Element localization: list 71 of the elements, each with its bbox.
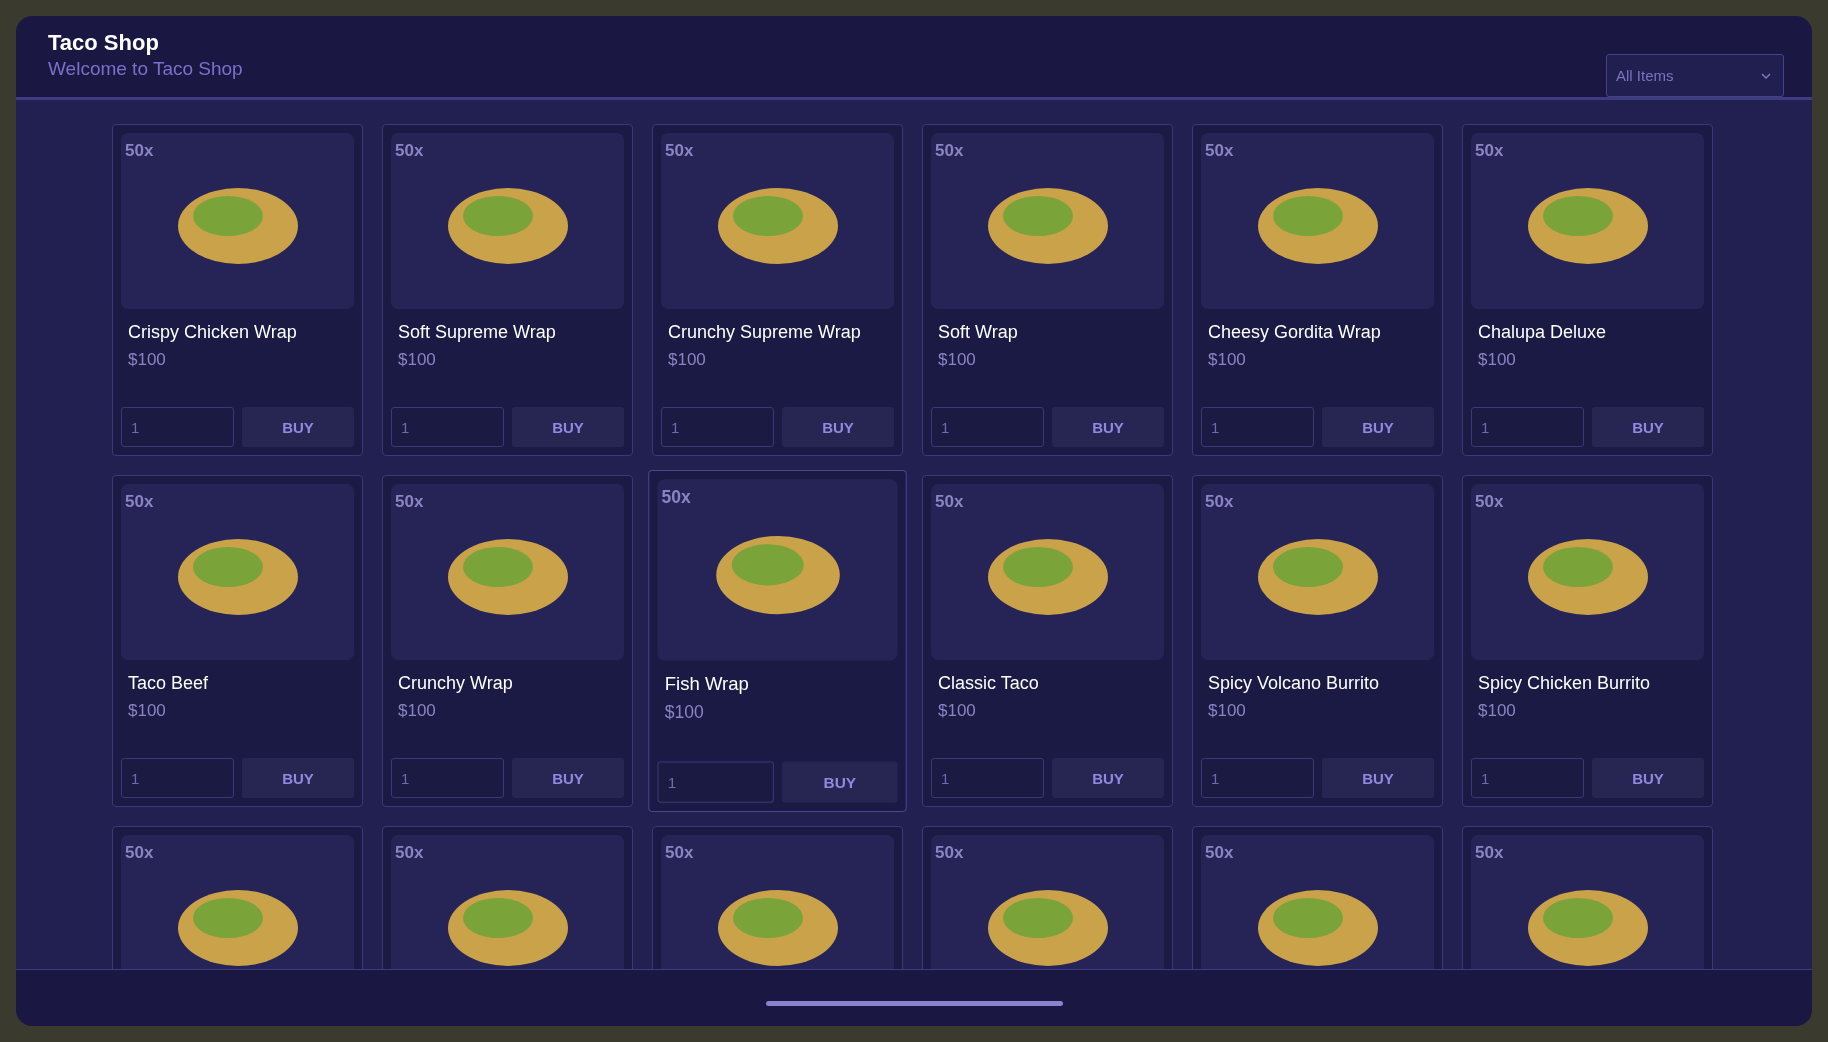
buy-button[interactable]: BUY: [1052, 758, 1164, 798]
product-name: Soft Supreme Wrap: [398, 322, 557, 343]
product-price: $100: [668, 350, 707, 370]
product-name: Crunchy Wrap: [398, 673, 514, 694]
product-price: $100: [1478, 350, 1517, 370]
product-price: $100: [938, 350, 977, 370]
buy-button[interactable]: BUY: [242, 407, 354, 447]
product-price: $100: [664, 702, 705, 724]
stock-count: 50x: [125, 843, 154, 863]
buy-button[interactable]: BUY: [1592, 758, 1704, 798]
product-price: $100: [398, 701, 437, 721]
stock-count: 50x: [395, 492, 424, 512]
buy-button[interactable]: BUY: [782, 761, 898, 803]
stock-count: 50x: [395, 141, 424, 161]
quantity-field[interactable]: 1: [1471, 758, 1584, 798]
product-name: Fish Wrap: [664, 673, 750, 696]
product-name: Classic Taco: [938, 673, 1040, 694]
buy-button[interactable]: BUY: [1322, 758, 1434, 798]
product-name: Crunchy Supreme Wrap: [668, 322, 862, 343]
stock-count: 50x: [935, 141, 964, 161]
buy-button[interactable]: BUY: [1592, 407, 1704, 447]
product-price: $100: [1478, 701, 1517, 721]
quantity-field[interactable]: 1: [121, 407, 234, 447]
product-price: $100: [1208, 350, 1247, 370]
scrollbar-thumb[interactable]: [765, 1001, 1063, 1006]
stock-count: 50x: [935, 492, 964, 512]
quantity-field[interactable]: 1: [931, 407, 1044, 447]
quantity-field[interactable]: 1: [657, 761, 774, 803]
buy-button[interactable]: BUY: [1322, 407, 1434, 447]
stock-count: 50x: [1475, 492, 1504, 512]
quantity-field[interactable]: 1: [1471, 407, 1584, 447]
stock-count: 50x: [1475, 843, 1504, 863]
stock-count: 50x: [125, 141, 154, 161]
buy-button[interactable]: BUY: [1052, 407, 1164, 447]
product-name: Crispy Chicken Wrap: [128, 322, 298, 343]
quantity-field[interactable]: 1: [391, 407, 504, 447]
product-name: Cheesy Gordita Wrap: [1208, 322, 1382, 343]
product-price: $100: [128, 350, 167, 370]
quantity-field[interactable]: 1: [1201, 407, 1314, 447]
product-name: Soft Wrap: [938, 322, 1019, 343]
product-name: Spicy Volcano Burrito: [1208, 673, 1381, 694]
stock-count: 50x: [665, 843, 694, 863]
stock-count: 50x: [1205, 141, 1234, 161]
quantity-field[interactable]: 1: [661, 407, 774, 447]
stock-count: 50x: [395, 843, 424, 863]
product-price: $100: [938, 701, 977, 721]
quantity-field[interactable]: 1: [121, 758, 234, 798]
buy-button[interactable]: BUY: [512, 758, 624, 798]
product-price: $100: [128, 701, 167, 721]
stock-count: 50x: [1205, 492, 1234, 512]
category-dropdown[interactable]: All Items: [1606, 54, 1784, 97]
product-name: Chalupa Deluxe: [1478, 322, 1608, 343]
stock-count: 50x: [1475, 141, 1504, 161]
shop-title: Taco Shop: [48, 30, 160, 56]
buy-button[interactable]: BUY: [512, 407, 624, 447]
product-price: $100: [1208, 701, 1247, 721]
shop-subtitle: Welcome to Taco Shop: [48, 58, 243, 80]
stock-count: 50x: [125, 492, 154, 512]
stock-count: 50x: [1205, 843, 1234, 863]
quantity-field[interactable]: 1: [931, 758, 1044, 798]
stock-count: 50x: [935, 843, 964, 863]
stock-count: 50x: [661, 487, 691, 509]
quantity-field[interactable]: 1: [391, 758, 504, 798]
product-price: $100: [398, 350, 437, 370]
buy-button[interactable]: BUY: [242, 758, 354, 798]
chevron-down-icon: [1761, 72, 1771, 79]
quantity-field[interactable]: 1: [1201, 758, 1314, 798]
product-name: Spicy Chicken Burrito: [1478, 673, 1652, 694]
buy-button[interactable]: BUY: [782, 407, 894, 447]
stock-count: 50x: [665, 141, 694, 161]
product-name: Taco Beef: [128, 673, 210, 694]
